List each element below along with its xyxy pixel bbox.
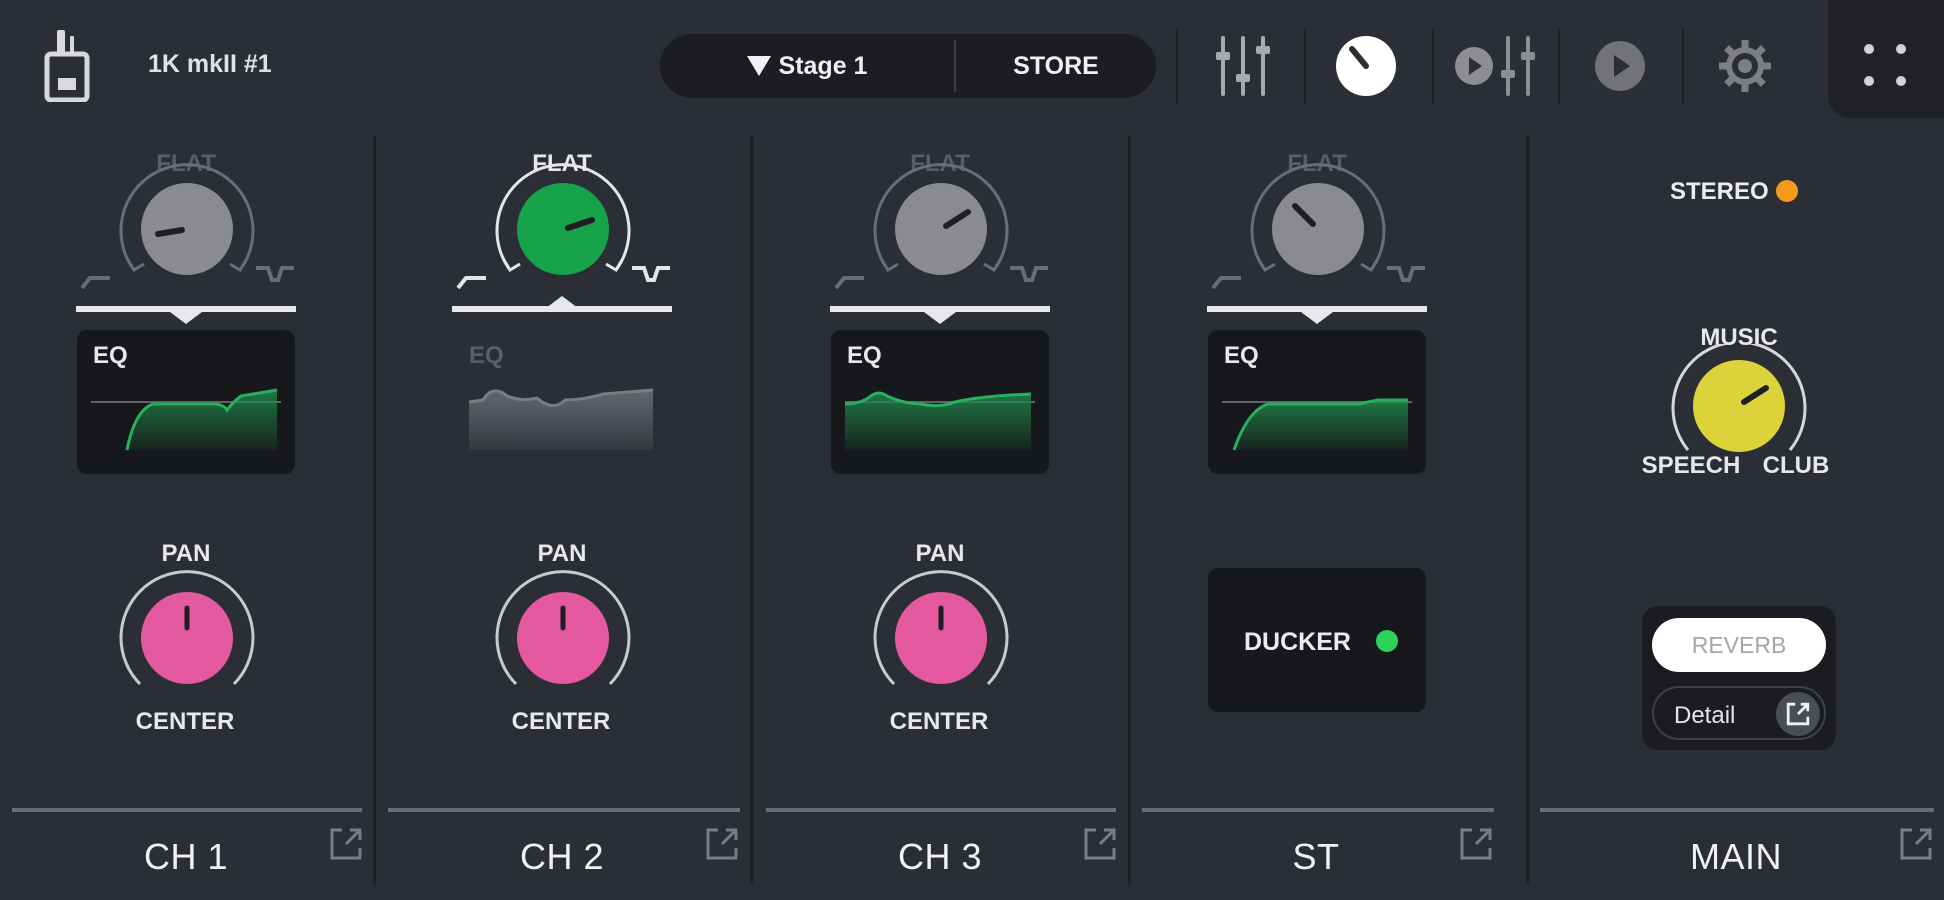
pan-value: CENTER (889, 708, 989, 735)
pan-knob[interactable] (112, 568, 262, 698)
eq-label: EQ (847, 342, 882, 369)
player-faders-icon (1455, 36, 1535, 96)
eq-display[interactable]: EQ (453, 330, 671, 474)
stereo-label: STEREO (1670, 178, 1769, 205)
club-label: CLUB (1762, 452, 1830, 479)
header-divider (1682, 28, 1684, 104)
strip-name: CH 3 (897, 836, 983, 877)
triangle-down-icon (170, 312, 202, 324)
triangle-down-icon (924, 312, 956, 324)
external-link-icon[interactable] (1456, 824, 1496, 864)
strip-name: ST (1292, 836, 1340, 877)
stereo-indicator (1776, 180, 1798, 202)
play-button[interactable] (1592, 28, 1648, 104)
header-divider (1176, 28, 1178, 104)
device-icon[interactable] (44, 30, 90, 102)
top-bar: 1K mkII #1 Stage 1 STORE (0, 0, 1944, 120)
triangle-down-icon (1301, 312, 1333, 324)
ducker-button[interactable]: DUCKER (1208, 568, 1426, 712)
scene-name: Stage 1 (778, 51, 868, 80)
strip-divider (1128, 136, 1131, 884)
knob-view-button[interactable] (1330, 28, 1402, 104)
player-view-button[interactable] (1452, 28, 1536, 104)
scene-dropdown-button[interactable]: Stage 1 (660, 34, 954, 98)
detail-label: Detail (1674, 702, 1736, 729)
sound-mode-knob[interactable] (1664, 344, 1814, 464)
store-button[interactable]: STORE (956, 34, 1156, 98)
reverb-button[interactable]: REVERB (1652, 618, 1826, 672)
eq-preset-knob[interactable] (448, 160, 678, 290)
grid-dots-icon (1864, 44, 1906, 86)
pan-label: PAN (537, 540, 587, 567)
eq-label: EQ (93, 342, 128, 369)
strip-bottom-line (12, 808, 362, 812)
ducker-indicator (1376, 630, 1398, 652)
speech-label: SPEECH (1641, 452, 1741, 479)
eq-display[interactable]: EQ (1208, 330, 1426, 474)
strip-divider (1526, 136, 1529, 884)
play-icon (1595, 41, 1645, 91)
eq-preset-knob[interactable] (1203, 160, 1433, 290)
strip-name: CH 2 (519, 836, 605, 877)
triangle-up-icon (546, 296, 578, 308)
eq-label: EQ (1224, 342, 1259, 369)
pan-label: PAN (915, 540, 965, 567)
eq-preset-knob[interactable] (826, 160, 1056, 290)
header-divider (1304, 28, 1306, 104)
external-link-icon[interactable] (702, 824, 742, 864)
mixer-faders-icon (1216, 36, 1270, 96)
pan-value: CENTER (135, 708, 235, 735)
external-link-icon[interactable] (1896, 824, 1936, 864)
strip-bottom-line (766, 808, 1116, 812)
knob-icon (1336, 36, 1396, 96)
ducker-label: DUCKER (1244, 628, 1351, 656)
device-name: 1K mkII #1 (148, 50, 272, 78)
pan-knob[interactable] (488, 568, 638, 698)
strip-bottom-line (1540, 808, 1934, 812)
strip-bottom-line (1142, 808, 1494, 812)
strip-name: CH 1 (143, 836, 229, 877)
scene-selector: Stage 1 STORE (660, 34, 1156, 98)
external-link-icon[interactable] (1080, 824, 1120, 864)
pan-label: PAN (161, 540, 211, 567)
eq-display[interactable]: EQ (77, 330, 295, 474)
pan-knob[interactable] (866, 568, 1016, 698)
detail-icon-button (1776, 692, 1820, 736)
external-link-icon[interactable] (326, 824, 366, 864)
detail-button[interactable]: Detail (1652, 686, 1826, 740)
settings-button[interactable] (1714, 28, 1776, 104)
reverb-panel: REVERB Detail (1642, 606, 1836, 750)
header-divider (1432, 28, 1434, 104)
strip-bottom-line (388, 808, 740, 812)
header-divider (1558, 28, 1560, 104)
triangle-down-icon (746, 56, 771, 76)
strip-divider (373, 136, 376, 884)
eq-display[interactable]: EQ (831, 330, 1049, 474)
eq-preset-knob[interactable] (72, 160, 302, 290)
strip-divider (750, 136, 753, 884)
strip-name: MAIN (1690, 836, 1782, 877)
external-link-icon (1786, 702, 1810, 726)
mixer-view-button[interactable] (1200, 28, 1286, 104)
pan-value: CENTER (511, 708, 611, 735)
eq-label: EQ (469, 342, 504, 369)
menu-button[interactable] (1828, 0, 1944, 118)
gear-icon (1719, 40, 1771, 92)
